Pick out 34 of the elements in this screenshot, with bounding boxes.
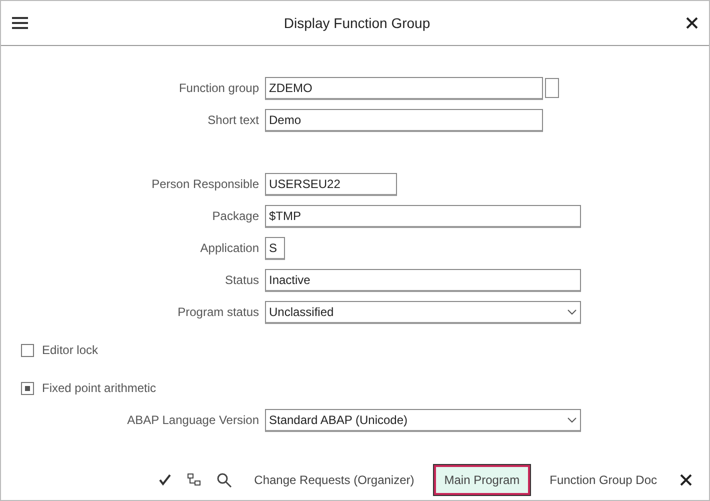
dropdown-field[interactable]: Standard ABAP (Unicode)	[265, 408, 581, 432]
field-label: Application	[199, 241, 260, 255]
field-label: ABAP Language Version	[126, 413, 260, 427]
value-help-button[interactable]	[545, 78, 559, 98]
chevron-icon	[567, 416, 577, 422]
input-field[interactable]: S	[265, 236, 285, 260]
field-label: Person Responsible	[150, 177, 260, 191]
chevron-icon	[567, 308, 577, 314]
field-label: Function group	[178, 81, 260, 95]
input-field[interactable]: Demo	[265, 108, 543, 132]
toolbar-button[interactable]: Change Requests (Organizer)	[244, 465, 424, 495]
toolbar-button[interactable]: Main Program	[434, 465, 530, 495]
checkbox-label: Fixed point arithmetic	[42, 381, 156, 395]
toolbar-button[interactable]: Function Group Doc	[540, 465, 667, 495]
checkbox-label: Editor lock	[42, 343, 98, 357]
search-icon[interactable]	[216, 472, 232, 488]
window-title: Display Function Group	[282, 15, 432, 31]
menu-button[interactable]	[9, 14, 31, 32]
input-field[interactable]: USERSEU22	[265, 172, 397, 196]
menu-icon	[11, 16, 29, 30]
input-field[interactable]: ZDEMO	[265, 76, 543, 100]
close-icon	[679, 473, 693, 487]
hierarchy-icon[interactable]	[186, 472, 202, 488]
dropdown-field[interactable]: Unclassified	[265, 300, 581, 324]
checkbox[interactable]	[21, 344, 34, 356]
input-field[interactable]: $TMP	[265, 204, 581, 228]
checkbox[interactable]	[21, 382, 34, 394]
input-field[interactable]: Inactive	[265, 268, 581, 292]
close-icon	[685, 16, 699, 30]
field-label: Package	[211, 209, 260, 223]
field-label: Status	[224, 273, 260, 287]
field-label: Short text	[206, 113, 260, 127]
field-label: Program status	[176, 305, 260, 319]
check-icon[interactable]	[158, 473, 172, 487]
